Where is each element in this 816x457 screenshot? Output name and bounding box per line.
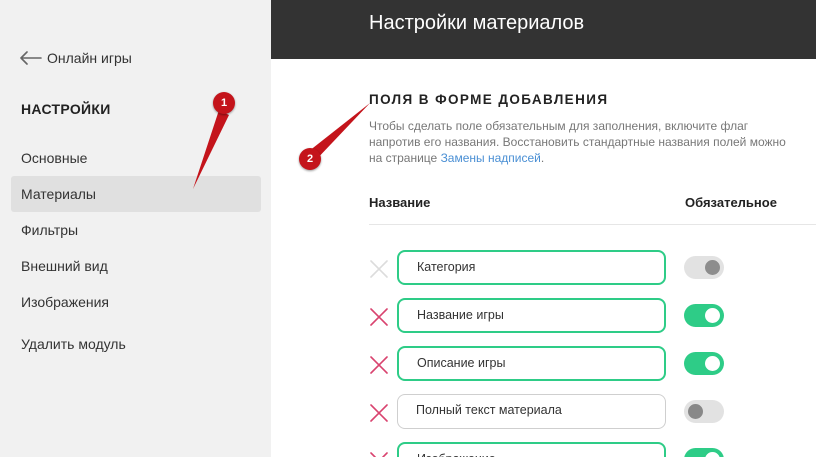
close-icon <box>370 260 388 278</box>
annotation-marker-2: 2 <box>299 148 321 170</box>
page-header: Настройки материалов <box>271 0 816 59</box>
sidebar-item-materials[interactable]: Материалы <box>11 176 261 212</box>
toggle-knob <box>688 404 703 419</box>
field-name-input[interactable]: Название игры <box>397 298 666 333</box>
toggle-knob <box>705 260 720 275</box>
toggle-knob <box>705 452 720 457</box>
required-toggle[interactable] <box>684 304 724 327</box>
sidebar-item-basic[interactable]: Основные <box>11 140 261 176</box>
close-icon[interactable] <box>369 403 389 423</box>
field-name-input[interactable]: Полный текст материала <box>397 394 666 429</box>
required-toggle[interactable] <box>684 256 724 279</box>
close-icon[interactable] <box>369 451 389 457</box>
sidebar-heading: НАСТРОЙКИ <box>21 101 111 117</box>
sidebar-item-appearance[interactable]: Внешний вид <box>11 248 261 284</box>
sidebar-item-delete-module[interactable]: Удалить модуль <box>11 326 261 362</box>
annotation-marker-1: 1 <box>213 92 235 114</box>
table-row: Категория <box>369 250 816 286</box>
table-row: Изображение <box>369 442 816 457</box>
arrow-left-icon <box>20 51 42 65</box>
sidebar-nav: Основные Материалы Фильтры Внешний вид И… <box>11 140 261 362</box>
column-header-name: Название <box>369 195 431 210</box>
toggle-knob <box>705 308 720 323</box>
section-title: ПОЛЯ В ФОРМЕ ДОБАВЛЕНИЯ <box>369 92 609 107</box>
required-toggle[interactable] <box>684 352 724 375</box>
sidebar-item-filters[interactable]: Фильтры <box>11 212 261 248</box>
table-row: Описание игры <box>369 346 816 382</box>
required-toggle[interactable] <box>684 400 724 423</box>
table-row: Полный текст материала <box>369 394 816 430</box>
sidebar: Онлайн игры НАСТРОЙКИ Основные Материалы… <box>0 0 271 457</box>
field-name-input[interactable]: Описание игры <box>397 346 666 381</box>
field-name-input[interactable]: Категория <box>397 250 666 285</box>
back-link-label: Онлайн игры <box>47 50 132 66</box>
table-row: Название игры <box>369 298 816 334</box>
close-icon[interactable] <box>369 307 389 327</box>
replacements-link[interactable]: Замены надписей <box>441 151 541 165</box>
back-link[interactable]: Онлайн игры <box>20 50 132 66</box>
required-toggle[interactable] <box>684 448 724 457</box>
page-title: Настройки материалов <box>369 12 585 34</box>
toggle-knob <box>705 356 720 371</box>
table-divider <box>369 224 816 225</box>
field-name-input[interactable]: Изображение <box>397 442 666 457</box>
close-icon[interactable] <box>369 355 389 375</box>
section-description: Чтобы сделать поле обязательным для запо… <box>369 118 799 166</box>
section-description-end: . <box>540 151 545 165</box>
column-header-required: Обязательное <box>685 195 777 210</box>
section-description-text: Чтобы сделать поле обязательным для запо… <box>369 119 786 165</box>
sidebar-item-images[interactable]: Изображения <box>11 284 261 320</box>
